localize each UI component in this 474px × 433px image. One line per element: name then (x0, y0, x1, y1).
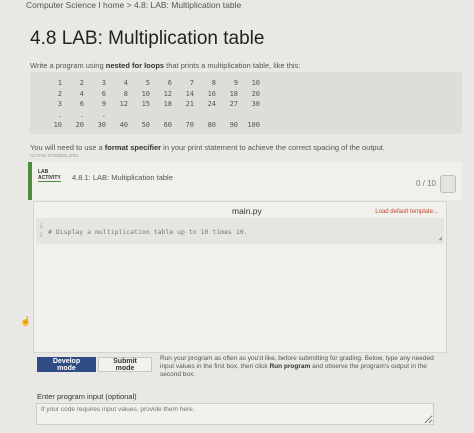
example-cell: 10 (251, 79, 260, 87)
example-output: 1 2 3 4 5 6 7 8 9 10 2 4 6 8 10 12 14 16 18 20 3 6 9 12 15 18 21… (30, 72, 462, 134)
example-cell: 4 (123, 79, 128, 87)
code-editor-panel: main.py Load default template... 1 2 # D… (33, 201, 447, 353)
score-badge-icon (440, 175, 456, 193)
example-row: 10 20 30 40 50 60 70 80 90 100 (40, 120, 452, 131)
submit-mode-button[interactable]: Submit mode (98, 357, 152, 372)
example-cell: 8 (211, 79, 216, 87)
example-cell: 21 (185, 100, 194, 108)
example-cell: 10 (53, 121, 62, 129)
lab-activity-name: 4.8.1: LAB: Multiplication table (72, 173, 173, 182)
example-cell: 6 (79, 100, 84, 108)
example-cell: 18 (163, 100, 172, 108)
example-cell: . (101, 110, 106, 119)
breadcrumb[interactable]: Computer Science I home > 4.8: LAB: Mult… (26, 0, 241, 10)
example-cell: . (79, 110, 84, 119)
example-cell: 18 (229, 89, 238, 98)
gutter-line-number: 1 (39, 222, 43, 230)
load-default-template-link[interactable]: Load default template... (375, 209, 438, 215)
description-bold: nested for loops (105, 61, 165, 70)
example-cell: 12 (119, 100, 128, 108)
note-suffix: in your print statement to achieve the c… (161, 143, 385, 152)
example-row: 3 6 9 12 15 18 21 24 27 30 (40, 99, 452, 110)
example-cell: 16 (207, 89, 216, 98)
example-cell: 6 (101, 89, 106, 98)
example-cell: 4 (79, 89, 84, 98)
code-editor[interactable]: 1 2 # Display a multiplication table up … (36, 218, 444, 244)
lab-description: Write a program using nested for loops t… (30, 61, 300, 70)
example-cell: 20 (75, 121, 84, 129)
resize-handle-icon[interactable]: ◢ (438, 235, 442, 242)
example-cell: 9 (233, 79, 238, 87)
example-cell: 3 (57, 100, 62, 108)
example-cell: 80 (207, 121, 216, 129)
page-title: 4.8 LAB: Multiplication table (30, 28, 265, 49)
example-cell: 60 (163, 121, 172, 129)
run-instructions: Run your program as often as you'd like,… (160, 355, 444, 379)
example-cell: 90 (229, 121, 238, 129)
example-cell: 7 (189, 79, 194, 87)
example-cell: 8 (123, 89, 128, 98)
line-gutter: 1 2 (39, 222, 45, 240)
example-cell: 2 (57, 89, 62, 98)
example-cell: 24 (207, 100, 216, 108)
gutter-line-number: 2 (39, 231, 43, 239)
develop-mode-button[interactable]: Develop mode (37, 357, 96, 372)
file-name: main.py (232, 206, 262, 216)
code-line[interactable]: # Display a multiplication table up to 1… (48, 228, 248, 236)
note-bold: format specifier (104, 143, 162, 152)
lab-score: 0 / 10 (415, 179, 436, 188)
example-cell: 9 (101, 100, 106, 108)
example-cell: 27 (229, 100, 238, 108)
example-cell: 10 (141, 89, 150, 98)
example-cell: 6 (167, 79, 172, 87)
example-cell: 70 (185, 121, 194, 129)
lab-tag-line2: ACTIVITY (38, 175, 61, 181)
example-cell: . (57, 110, 62, 119)
program-input-field[interactable] (36, 403, 434, 425)
example-cell: 14 (185, 89, 194, 98)
lab-activity-header: LAB ACTIVITY 4.8.1: LAB: Multiplication … (28, 162, 462, 200)
example-cell: 100 (247, 121, 260, 129)
example-cell: 30 (97, 121, 106, 129)
note-prefix: You will need to use a (30, 143, 105, 152)
format-note: You will need to use a format specifier … (30, 143, 385, 152)
example-row: 2 4 6 8 10 12 14 16 18 20 (40, 89, 452, 100)
example-row: ... (40, 110, 452, 121)
example-cell: 30 (251, 100, 260, 108)
activity-id: ACTIVE 37003691.2051 (30, 153, 79, 158)
description-suffix: that prints a multiplication table, like… (164, 61, 301, 70)
example-cell: 2 (79, 79, 84, 87)
example-cell: 12 (163, 89, 172, 98)
example-cell: 20 (251, 89, 260, 98)
example-cell: 50 (141, 121, 150, 129)
example-cell: 1 (57, 79, 62, 87)
example-cell: 5 (145, 79, 150, 87)
lab-activity-tag: LAB ACTIVITY (38, 169, 61, 182)
run-program-emphasis: Run program (269, 363, 311, 370)
program-input-label: Enter program input (optional) (37, 392, 137, 401)
mouse-cursor-icon: ☝ (20, 316, 32, 326)
example-row: 1 2 3 4 5 6 7 8 9 10 (40, 78, 452, 89)
example-cell: 3 (101, 79, 106, 87)
description-prefix: Write a program using (30, 61, 106, 70)
example-cell: 15 (141, 100, 150, 108)
example-cell: 40 (119, 121, 128, 129)
